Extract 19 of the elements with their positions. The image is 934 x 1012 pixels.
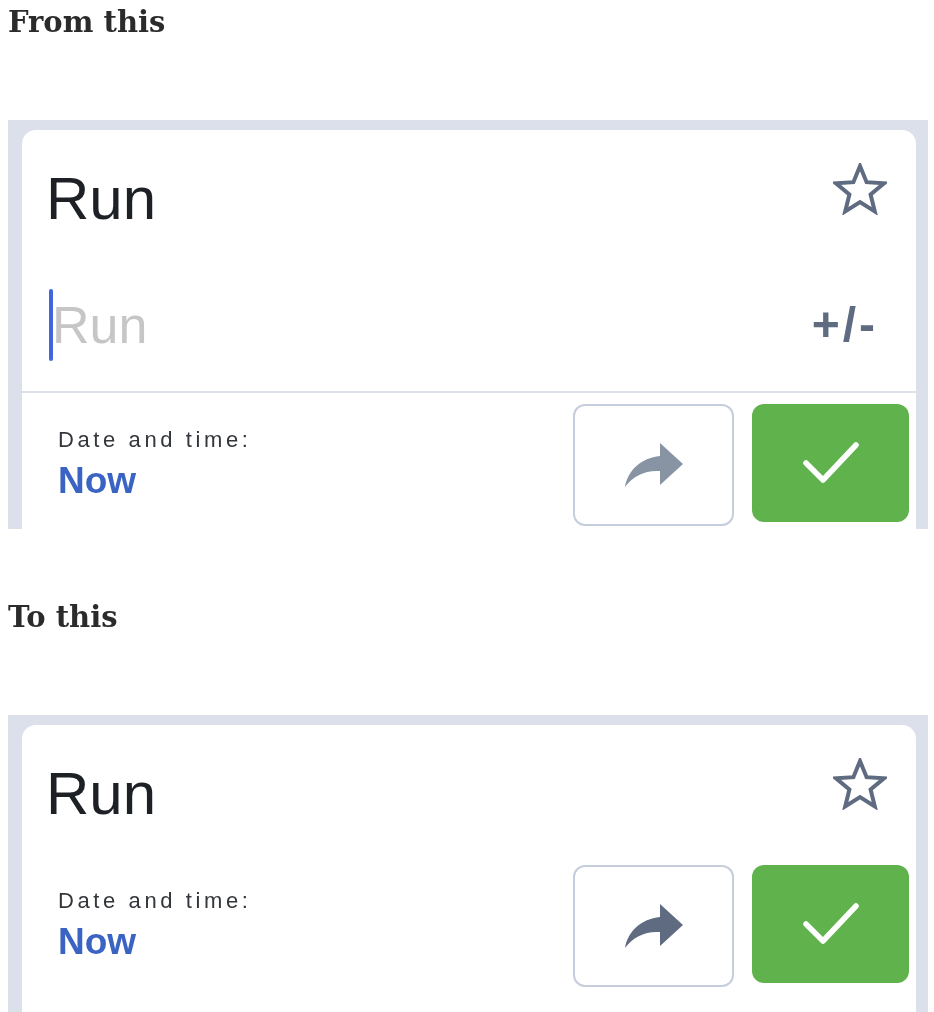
curved-arrow-icon (624, 904, 683, 948)
date-label: Date and time: (58, 888, 252, 914)
date-label: Date and time: (58, 427, 252, 453)
checkmark-icon (802, 442, 859, 484)
checkmark-icon (802, 903, 859, 945)
sign-toggle[interactable]: +/- (811, 299, 878, 351)
confirm-button[interactable] (752, 404, 909, 522)
date-value[interactable]: Now (58, 922, 137, 962)
star-icon[interactable] (833, 758, 887, 810)
confirm-button[interactable] (752, 865, 909, 983)
date-value[interactable]: Now (58, 461, 137, 501)
input-field[interactable]: Run (52, 293, 812, 357)
star-icon[interactable] (833, 163, 887, 215)
entry-title: Run (46, 169, 157, 229)
section-heading: To this (8, 599, 118, 636)
share-button[interactable] (573, 865, 734, 987)
curved-arrow-icon (624, 443, 683, 487)
section-heading: From this (8, 4, 166, 41)
entry-title: Run (46, 764, 157, 824)
